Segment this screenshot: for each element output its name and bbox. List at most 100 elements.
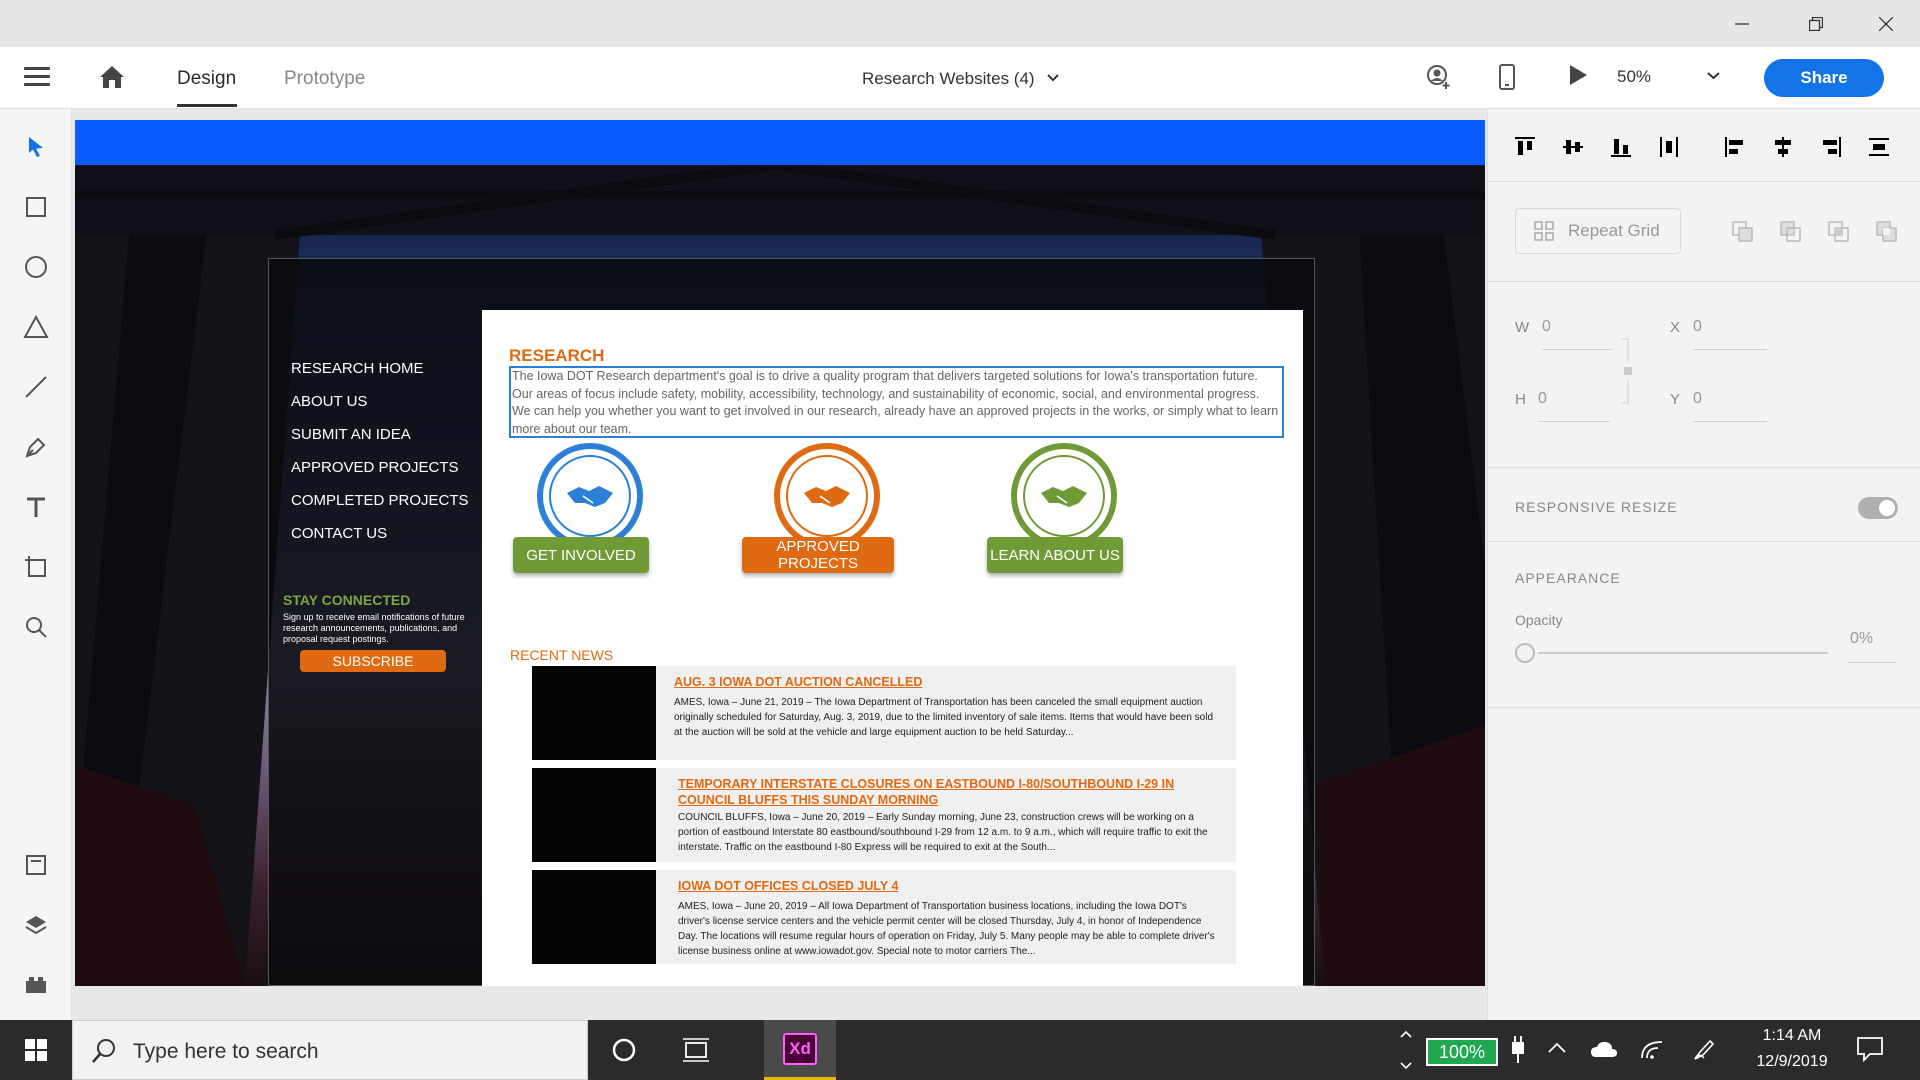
news-headline[interactable]: TEMPORARY INTERSTATE CLOSURES ON EASTBOU…	[678, 776, 1178, 808]
chevron-down-icon[interactable]	[1047, 74, 1059, 82]
align-center-icon[interactable]	[1771, 135, 1795, 159]
ellipse-tool[interactable]	[20, 251, 52, 283]
line-tool[interactable]	[20, 371, 52, 403]
width-field[interactable]: 0	[1542, 318, 1551, 336]
show-hidden-icons-icon[interactable]	[1548, 1042, 1566, 1054]
layers-panel-button[interactable]	[20, 909, 52, 941]
news-item[interactable]: AUG. 3 IOWA DOT AUCTION CANCELLED AMES, …	[532, 666, 1236, 760]
tab-prototype[interactable]: Prototype	[284, 68, 365, 90]
news-headline[interactable]: AUG. 3 IOWA DOT AUCTION CANCELLED	[674, 674, 1194, 690]
select-tool[interactable]	[20, 131, 52, 163]
nav-research-home[interactable]: RESEARCH HOME	[291, 360, 481, 378]
boolean-subtract-icon[interactable]	[1779, 220, 1803, 244]
stay-connected-text: Sign up to receive email notifications o…	[283, 612, 465, 644]
nav-contact-us[interactable]: CONTACT US	[291, 525, 481, 543]
align-top-icon[interactable]	[1513, 135, 1537, 159]
zoom-chevron-down-icon[interactable]	[1707, 72, 1720, 80]
start-button[interactable]	[0, 1020, 72, 1080]
align-middle-icon[interactable]	[1561, 135, 1585, 159]
height-field[interactable]: 0	[1538, 390, 1547, 408]
distribute-vertical-icon[interactable]	[1867, 135, 1891, 159]
boolean-exclude-icon[interactable]	[1875, 220, 1899, 244]
lock-aspect-icon[interactable]	[1620, 337, 1636, 407]
news-item[interactable]: IOWA DOT OFFICES CLOSED JULY 4 AMES, Iow…	[532, 870, 1236, 964]
rectangle-tool[interactable]	[20, 191, 52, 223]
boolean-add-icon[interactable]	[1731, 220, 1755, 244]
boolean-intersect-icon[interactable]	[1827, 220, 1851, 244]
x-field[interactable]: 0	[1693, 318, 1702, 336]
research-intro-text[interactable]: The Iowa DOT Research department's goal …	[509, 366, 1284, 438]
distribute-horizontal-icon[interactable]	[1657, 135, 1681, 159]
news-summary: AMES, Iowa – June 20, 2019 – All Iowa De…	[678, 901, 1215, 957]
news-item[interactable]: TEMPORARY INTERSTATE CLOSURES ON EASTBOU…	[532, 768, 1236, 862]
nav-completed-projects[interactable]: COMPLETED PROJECTS	[291, 492, 481, 510]
opacity-field-underline	[1848, 662, 1896, 663]
taskbar-search-box[interactable]: Type here to search	[72, 1020, 588, 1080]
artboard[interactable]: RESEARCH HOME ABOUT US SUBMIT AN IDEA AP…	[75, 120, 1485, 986]
tray-scroll-arrows-icon[interactable]	[1400, 1028, 1412, 1072]
align-right-icon[interactable]	[1819, 135, 1843, 159]
text-tool[interactable]	[20, 491, 52, 523]
window-title-bar	[0, 0, 1920, 47]
clock-time[interactable]: 1:14 AM	[1752, 1027, 1832, 1045]
design-canvas[interactable]: RESEARCH HOME ABOUT US SUBMIT AN IDEA AP…	[72, 109, 1487, 1020]
approved-projects-button[interactable]: APPROVED PROJECTS	[742, 537, 894, 573]
opacity-value[interactable]: 0%	[1850, 630, 1873, 648]
nav-about-us[interactable]: ABOUT US	[291, 393, 481, 411]
divider	[1488, 181, 1920, 182]
learn-about-us-circle[interactable]	[1011, 443, 1117, 549]
search-icon	[92, 1039, 115, 1063]
opacity-slider-track[interactable]	[1538, 652, 1828, 654]
get-involved-circle[interactable]	[537, 443, 643, 549]
task-view-button[interactable]	[664, 1020, 728, 1080]
repeat-grid-icon	[1534, 221, 1554, 241]
clock-date[interactable]: 12/9/2019	[1744, 1053, 1840, 1071]
adobe-xd-taskbar-button[interactable]: Xd	[764, 1020, 836, 1080]
invite-user-icon[interactable]	[1426, 64, 1452, 90]
layers-icon	[25, 916, 47, 935]
y-field[interactable]: 0	[1693, 390, 1702, 408]
get-involved-button[interactable]: GET INVOLVED	[513, 537, 649, 573]
responsive-resize-toggle[interactable]	[1858, 497, 1898, 519]
divider	[1488, 541, 1920, 542]
onedrive-cloud-icon[interactable]	[1590, 1040, 1618, 1058]
device-preview-icon[interactable]	[1499, 64, 1515, 90]
restore-button[interactable]	[1782, 0, 1850, 47]
play-icon[interactable]	[1568, 64, 1588, 86]
search-placeholder: Type here to search	[133, 1040, 319, 1063]
wifi-icon[interactable]	[1640, 1038, 1664, 1060]
approved-projects-circle[interactable]	[774, 443, 880, 549]
zoom-tool[interactable]	[20, 611, 52, 643]
site-main-content[interactable]: RESEARCH The Iowa DOT Research departmen…	[482, 310, 1303, 986]
tab-design[interactable]: Design	[177, 68, 236, 90]
subscribe-button[interactable]: SUBSCRIBE	[300, 650, 446, 672]
assets-panel-button[interactable]	[20, 849, 52, 881]
artboard-header-bar[interactable]	[75, 120, 1485, 165]
polygon-tool[interactable]	[20, 311, 52, 343]
home-icon[interactable]	[99, 65, 125, 89]
document-title[interactable]: Research Websites (4)	[862, 69, 1035, 89]
zoom-level[interactable]: 50%	[1617, 67, 1651, 87]
hamburger-menu-icon[interactable]	[24, 67, 50, 87]
opacity-slider-handle[interactable]	[1515, 643, 1535, 663]
zoom-icon	[26, 617, 47, 638]
minimize-button[interactable]	[1708, 0, 1776, 47]
artboard-tool[interactable]	[20, 551, 52, 583]
battery-percentage[interactable]: 100%	[1426, 1038, 1498, 1066]
nav-submit-an-idea[interactable]: SUBMIT AN IDEA	[291, 426, 481, 444]
align-bottom-icon[interactable]	[1609, 135, 1633, 159]
nav-approved-projects[interactable]: APPROVED PROJECTS	[291, 459, 481, 477]
align-left-icon[interactable]	[1723, 135, 1747, 159]
close-button[interactable]	[1852, 0, 1920, 47]
action-center-icon[interactable]	[1856, 1036, 1884, 1062]
plugins-panel-button[interactable]	[20, 969, 52, 1001]
learn-about-us-button[interactable]: LEARN ABOUT US	[987, 537, 1123, 573]
power-plug-icon[interactable]	[1510, 1036, 1526, 1064]
news-headline[interactable]: IOWA DOT OFFICES CLOSED JULY 4	[678, 878, 1198, 894]
opacity-label: Opacity	[1515, 612, 1563, 628]
share-button[interactable]: Share	[1764, 59, 1884, 97]
cortana-button[interactable]	[592, 1020, 656, 1080]
pen-tool[interactable]	[20, 431, 52, 463]
repeat-grid-button[interactable]: Repeat Grid	[1515, 208, 1681, 254]
pen-workspace-icon[interactable]	[1692, 1038, 1716, 1062]
